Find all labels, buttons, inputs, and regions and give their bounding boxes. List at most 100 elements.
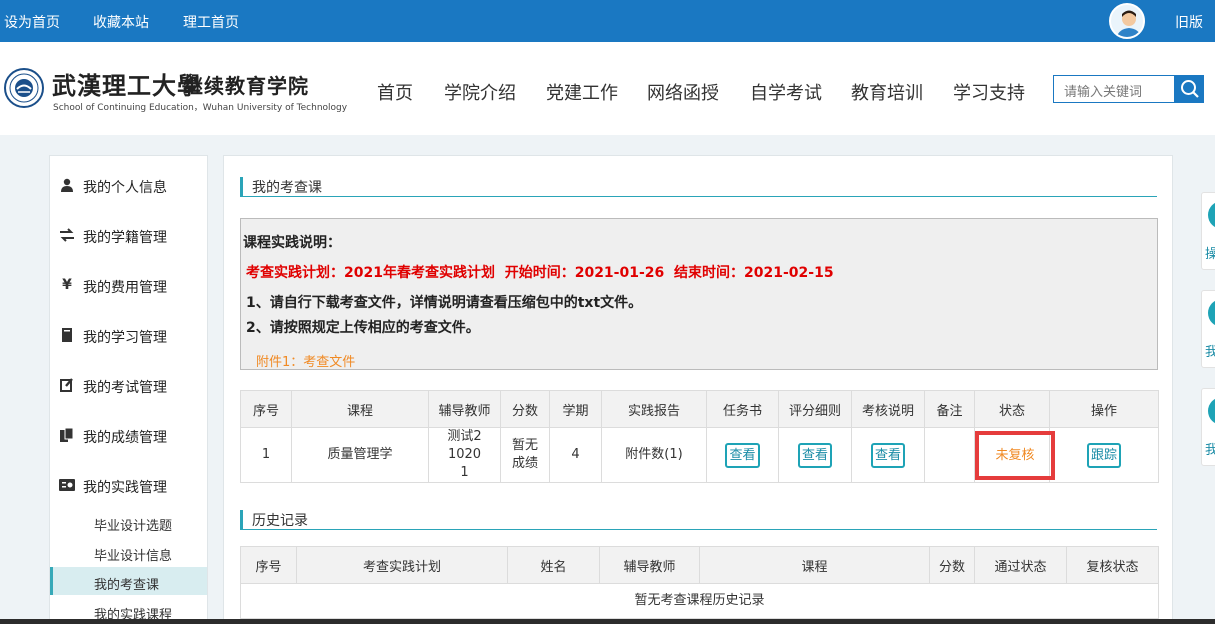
- view-task-button[interactable]: 查看: [725, 442, 760, 468]
- cell-status: 未复核: [974, 427, 1055, 483]
- table-header-row: 序号 考查实践计划 姓名 辅导教师 课程 分数 通过状态 复核状态: [240, 546, 1159, 584]
- right-widget-1[interactable]: 操: [1201, 192, 1215, 270]
- sidebar-item-label: 我的学籍管理: [83, 230, 167, 246]
- nav-training[interactable]: 教育培训: [851, 79, 923, 105]
- col-header: 辅导教师: [428, 390, 501, 428]
- col-header: 课程: [699, 546, 930, 584]
- sidebar-item-label: 我的实践管理: [83, 480, 167, 496]
- yen-icon: ¥: [62, 277, 72, 293]
- view-assessment-button[interactable]: 查看: [870, 442, 905, 468]
- sidebar-sub-item-thesis-topic[interactable]: 毕业设计选题: [50, 508, 207, 536]
- notice-title: 课程实践说明：: [243, 235, 341, 251]
- cell-score: 暂无成绩: [500, 427, 550, 483]
- sidebar-sub-item-exam-courses[interactable]: 我的考查课: [50, 567, 207, 595]
- table-row: 1 质量管理学 测试210201 暂无成绩 4 附件数(1) 查看 查看 查看 …: [240, 427, 1159, 483]
- cell-course: 质量管理学: [291, 427, 429, 483]
- sidebar-item-practice[interactable]: 我的实践管理: [50, 470, 207, 500]
- widget-label: 我: [1205, 443, 1215, 458]
- sidebar-item-grades[interactable]: 我的成绩管理: [50, 420, 207, 450]
- right-widget-3[interactable]: 我: [1201, 388, 1215, 466]
- cell-index: 1: [240, 427, 292, 483]
- history-divider: [240, 529, 1157, 530]
- teacher-name: 测试210201: [447, 429, 482, 480]
- notice-line-2: 2、请按照规定上传相应的考查文件。: [246, 320, 480, 336]
- user-icon: [59, 177, 75, 193]
- university-emblem-icon: [4, 68, 44, 108]
- logo-title: 武漢理工大學: [52, 71, 202, 100]
- nav-self-exam[interactable]: 自学考试: [750, 79, 822, 105]
- sidebar-item-enrollment[interactable]: 我的学籍管理: [50, 220, 207, 250]
- cell-task: 查看: [706, 427, 779, 483]
- sidebar-item-label: 我的成绩管理: [83, 430, 167, 446]
- widget-icon: [1208, 397, 1215, 425]
- track-button[interactable]: 跟踪: [1086, 442, 1121, 468]
- practice-icon: [59, 477, 75, 493]
- table-row: 暂无考查课程历史记录: [240, 583, 1159, 619]
- top-bar: 设为首页 收藏本站 理工首页 旧版: [0, 0, 1215, 42]
- col-header: 实践报告: [601, 390, 707, 428]
- col-header: 辅导教师: [599, 546, 700, 584]
- site-header: 武漢理工大學 继续教育学院 School of Continuing Educa…: [0, 42, 1215, 135]
- cell-teacher: 测试210201: [428, 427, 501, 483]
- edit-icon: [59, 377, 75, 393]
- nav-about[interactable]: 学院介绍: [444, 79, 516, 105]
- notice-line-1: 1、请自行下载考查文件，详情说明请查看压缩包中的txt文件。: [246, 295, 643, 311]
- search-button[interactable]: [1175, 75, 1204, 103]
- section-title: 我的考查课: [240, 177, 322, 197]
- sidebar-item-study[interactable]: 我的学习管理: [50, 320, 207, 350]
- right-widget-2[interactable]: 我: [1201, 290, 1215, 368]
- col-header: 分数: [500, 390, 550, 428]
- widget-label: 我: [1205, 345, 1215, 360]
- sidebar-item-fees[interactable]: ¥ 我的费用管理: [50, 270, 207, 300]
- sidebar-item-label: 我的费用管理: [83, 280, 167, 296]
- avatar[interactable]: [1109, 3, 1145, 39]
- table-header-row: 序号 课程 辅导教师 分数 学期 实践报告 任务书 评分细则 考核说明 备注 状…: [240, 390, 1159, 428]
- cell-term: 4: [549, 427, 602, 483]
- sidebar-item-exams[interactable]: 我的考试管理: [50, 370, 207, 400]
- practice-notice: 课程实践说明： 考查实践计划：2021年春考查实践计划 开始时间：2021-01…: [240, 218, 1158, 370]
- sidebar-sub-item-thesis-info[interactable]: 毕业设计信息: [50, 538, 207, 566]
- attachment-link[interactable]: 附件1：考查文件: [256, 351, 355, 370]
- status-badge: 未复核: [975, 430, 1055, 480]
- widget-icon: [1208, 299, 1215, 327]
- history-table: 序号 考查实践计划 姓名 辅导教师 课程 分数 通过状态 复核状态 暂无考查课程…: [240, 546, 1159, 619]
- col-header: 备注: [924, 390, 975, 428]
- widget-icon: [1208, 201, 1215, 229]
- search-input[interactable]: 请输入关键词: [1053, 75, 1175, 103]
- empty-history-message: 暂无考查课程历史记录: [240, 583, 1159, 619]
- col-header: 序号: [240, 390, 292, 428]
- col-header: 序号: [240, 546, 297, 584]
- course-table: 序号 课程 辅导教师 分数 学期 实践报告 任务书 评分细则 考核说明 备注 状…: [240, 390, 1159, 483]
- notice-plan: 考查实践计划：2021年春考查实践计划 开始时间：2021-01-26 结束时间…: [246, 265, 834, 281]
- cell-rubric: 查看: [778, 427, 852, 483]
- nav-home[interactable]: 首页: [377, 79, 413, 105]
- bottom-bar: [0, 619, 1215, 624]
- cell-remark: [924, 427, 975, 483]
- nav-support[interactable]: 学习支持: [953, 79, 1025, 105]
- sidebar-item-personal-info[interactable]: 我的个人信息: [50, 170, 207, 200]
- transfer-icon: [59, 227, 75, 243]
- col-header: 复核状态: [1066, 546, 1159, 584]
- col-header: 状态: [974, 390, 1050, 428]
- col-header: 通过状态: [974, 546, 1067, 584]
- section-divider: [240, 196, 1157, 197]
- bookmark-link[interactable]: 收藏本站: [93, 12, 149, 32]
- set-home-link[interactable]: 设为首页: [4, 12, 60, 32]
- book-icon: [59, 327, 75, 343]
- nav-party[interactable]: 党建工作: [546, 79, 618, 105]
- view-rubric-button[interactable]: 查看: [797, 442, 832, 468]
- col-header: 评分细则: [778, 390, 852, 428]
- col-header: 学期: [549, 390, 602, 428]
- nav-correspondence[interactable]: 网络函授: [647, 79, 719, 105]
- sidebar-item-label: 我的个人信息: [83, 180, 167, 196]
- col-header: 姓名: [507, 546, 600, 584]
- widget-label: 操: [1205, 247, 1215, 262]
- col-header: 任务书: [706, 390, 779, 428]
- cell-report[interactable]: 附件数(1): [601, 427, 707, 483]
- ligong-home-link[interactable]: 理工首页: [183, 12, 239, 32]
- logo-subtitle: 继续教育学院: [183, 74, 309, 98]
- history-title: 历史记录: [240, 510, 308, 530]
- col-header: 分数: [929, 546, 975, 584]
- old-version-link[interactable]: 旧版: [1175, 12, 1203, 32]
- cell-assessment: 查看: [851, 427, 925, 483]
